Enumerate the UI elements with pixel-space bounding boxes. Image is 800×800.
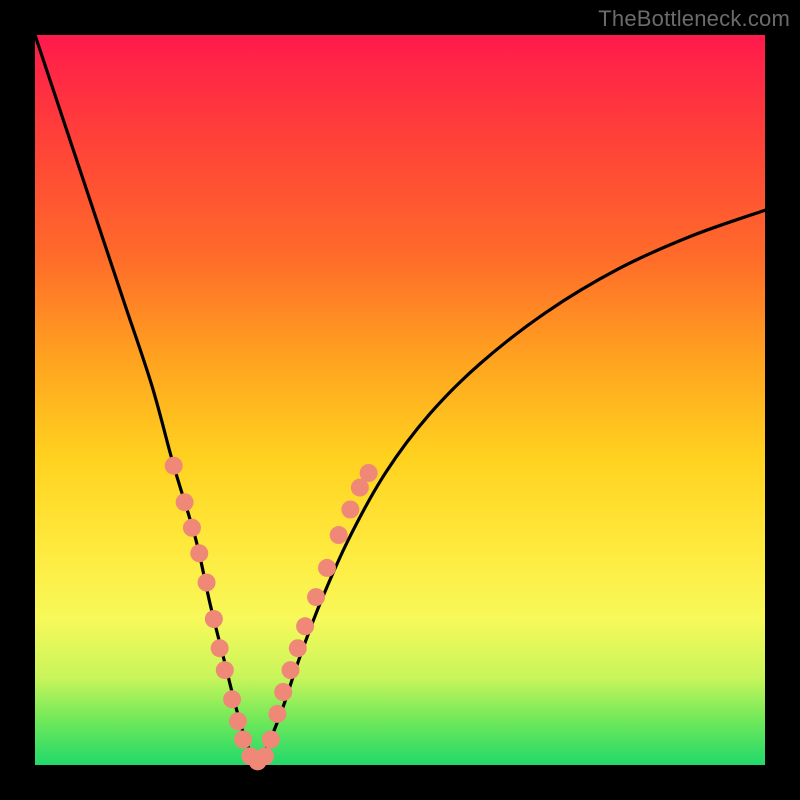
bottleneck-curve (35, 35, 765, 761)
marker-dot (330, 526, 348, 544)
marker-dot (165, 457, 183, 475)
marker-dot (296, 617, 314, 635)
marker-dot (282, 661, 300, 679)
marker-dot (318, 559, 336, 577)
marker-dot (223, 690, 241, 708)
highlighted-points (165, 457, 378, 771)
marker-dot (234, 730, 252, 748)
marker-dot (216, 661, 234, 679)
marker-dot (229, 712, 247, 730)
marker-dot (360, 464, 378, 482)
marker-dot (190, 544, 208, 562)
plot-area (35, 35, 765, 765)
marker-dot (256, 747, 274, 765)
marker-dot (268, 705, 286, 723)
marker-dot (341, 501, 359, 519)
marker-dot (198, 574, 216, 592)
watermark-text: TheBottleneck.com (598, 6, 790, 32)
marker-dot (274, 683, 292, 701)
marker-dot (183, 519, 201, 537)
marker-dot (205, 610, 223, 628)
chart-svg (35, 35, 765, 765)
marker-dot (211, 639, 229, 657)
marker-dot (307, 588, 325, 606)
marker-dot (176, 493, 194, 511)
marker-dot (262, 730, 280, 748)
chart-frame: TheBottleneck.com (0, 0, 800, 800)
marker-dot (289, 639, 307, 657)
